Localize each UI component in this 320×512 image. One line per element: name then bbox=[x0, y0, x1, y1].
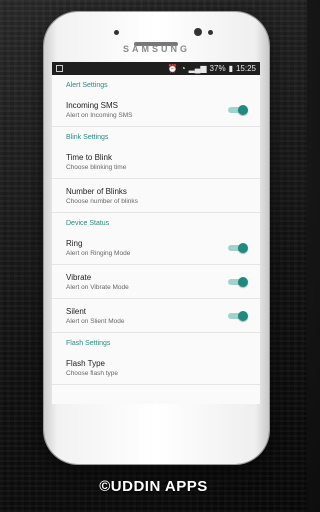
signal-icon: ▂▄▆ bbox=[188, 64, 207, 73]
section-alert-settings: Alert Settings bbox=[66, 82, 108, 89]
silent-toggle[interactable] bbox=[228, 310, 248, 321]
ring-toggle[interactable] bbox=[228, 242, 248, 253]
wifi-icon: ◔ bbox=[180, 64, 186, 73]
credit-text: ©UDDIN APPS bbox=[99, 478, 208, 495]
setting-subtitle: Alert on Slient Mode bbox=[66, 317, 125, 325]
section-flash-settings: Flash Settings bbox=[66, 340, 111, 347]
setting-title: Vibrate bbox=[66, 272, 92, 282]
settings-list: Alert Settings Incoming SMS Alert on Inc… bbox=[52, 75, 260, 385]
front-camera bbox=[194, 28, 202, 36]
vibrate-toggle[interactable] bbox=[228, 276, 248, 287]
battery-icon: ▮ bbox=[228, 64, 233, 73]
setting-title: Silent bbox=[66, 306, 87, 316]
app-screen: ⏰ ◔ ▂▄▆ 37% ▮ 15:25 Alert Settings Incom… bbox=[52, 62, 260, 404]
setting-number-of-blinks[interactable]: Number of Blinks Choose number of blinks bbox=[52, 179, 260, 213]
setting-silent[interactable]: Silent Alert on Slient Mode bbox=[52, 299, 260, 333]
setting-title: Ring bbox=[66, 238, 83, 248]
setting-subtitle: Choose flash type bbox=[66, 369, 119, 377]
setting-title: Number of Blinks bbox=[66, 186, 127, 196]
incoming-sms-toggle[interactable] bbox=[228, 104, 248, 115]
section-device-status: Device Status bbox=[66, 220, 110, 227]
setting-time-to-blink[interactable]: Time to Blink Choose blinking time bbox=[52, 145, 260, 179]
clock: 15:25 bbox=[235, 64, 256, 73]
setting-subtitle: Alert on Vibrate Mode bbox=[66, 283, 129, 291]
alarm-icon: ⏰ bbox=[167, 64, 178, 73]
notification-icon bbox=[56, 65, 63, 72]
setting-ring[interactable]: Ring Alert on Ringing Mode bbox=[52, 231, 260, 265]
section-blink-settings: Blink Settings bbox=[66, 134, 109, 141]
phone-brand: SAMSUNG bbox=[122, 44, 190, 54]
battery-percent: 37% bbox=[209, 64, 226, 73]
status-bar: ⏰ ◔ ▂▄▆ 37% ▮ 15:25 bbox=[52, 62, 260, 75]
front-sensor bbox=[114, 30, 119, 35]
setting-incoming-sms[interactable]: Incoming SMS Alert on Incoming SMS bbox=[52, 93, 260, 127]
setting-subtitle: Alert on Ringing Mode bbox=[66, 249, 131, 257]
setting-title: Incoming SMS bbox=[66, 100, 119, 110]
phone-top: SAMSUNG bbox=[44, 12, 269, 62]
setting-subtitle: Choose number of blinks bbox=[66, 197, 138, 205]
setting-flash-type[interactable]: Flash Type Choose flash type bbox=[52, 351, 260, 385]
setting-title: Flash Type bbox=[66, 358, 105, 368]
setting-title: Time to Blink bbox=[66, 152, 112, 162]
setting-subtitle: Choose blinking time bbox=[66, 163, 127, 171]
setting-subtitle: Alert on Incoming SMS bbox=[66, 111, 133, 119]
setting-vibrate[interactable]: Vibrate Alert on Vibrate Mode bbox=[52, 265, 260, 299]
proximity-sensor bbox=[208, 30, 213, 35]
